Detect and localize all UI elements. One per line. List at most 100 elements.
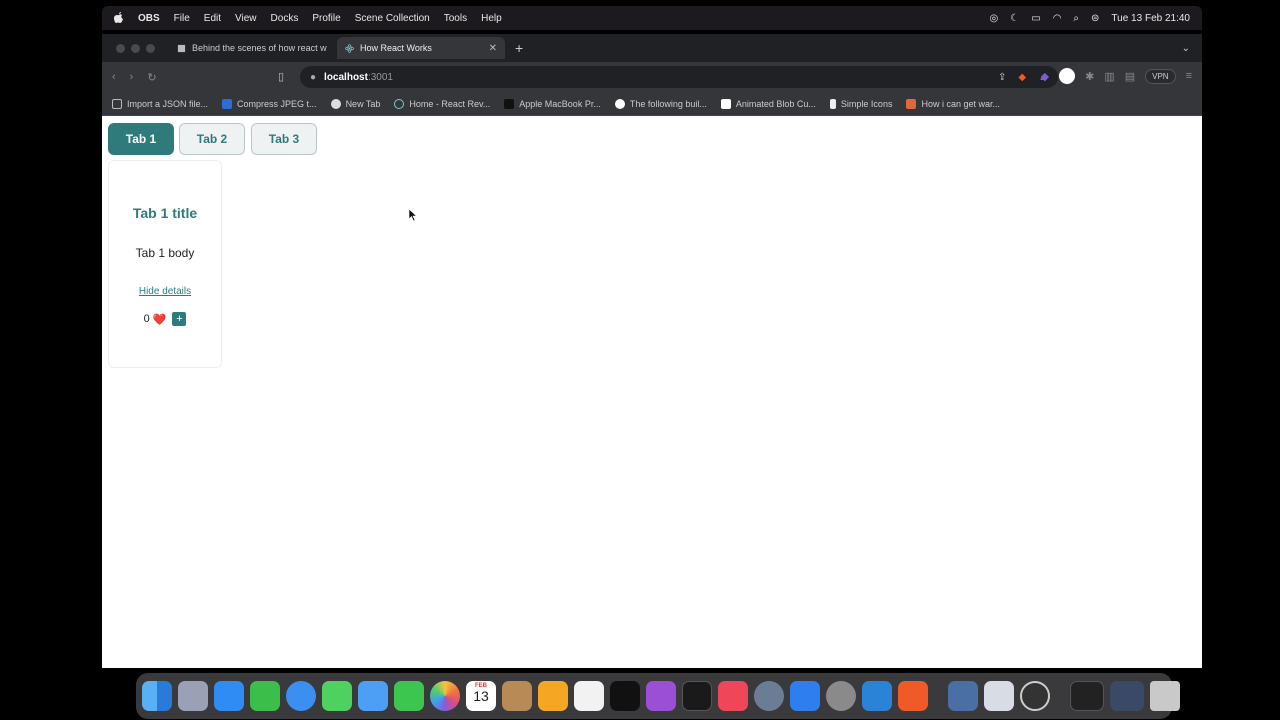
obs-status-icon[interactable]: ◎ bbox=[990, 13, 999, 24]
browser-tab[interactable]: Behind the scenes of how react w bbox=[169, 37, 337, 59]
preview-icon[interactable] bbox=[984, 681, 1014, 711]
bookmark-item[interactable]: Simple Icons bbox=[829, 98, 892, 109]
menubar-app-name[interactable]: OBS bbox=[138, 13, 160, 24]
menu-profile[interactable]: Profile bbox=[312, 13, 340, 24]
bookmark-item[interactable]: New Tab bbox=[330, 98, 381, 109]
close-tab-icon[interactable]: ✕ bbox=[489, 43, 497, 54]
formula-extension-icon[interactable] bbox=[1059, 68, 1076, 84]
launchpad-icon[interactable] bbox=[178, 681, 208, 711]
back-icon[interactable]: ‹ bbox=[112, 71, 116, 83]
window-thumbnail-icon[interactable] bbox=[1110, 681, 1144, 711]
minimize-window-icon[interactable] bbox=[131, 43, 140, 53]
facetime-icon[interactable] bbox=[394, 681, 424, 711]
bookmark-item[interactable]: Compress JPEG t... bbox=[222, 98, 317, 109]
control-center-icon[interactable]: ⊜ bbox=[1091, 13, 1099, 24]
menubar-clock[interactable]: Tue 13 Feb 21:40 bbox=[1111, 13, 1190, 24]
browser-toolbar: ‹ › ↻ ▯ ● localhost:3001 ⇪ ◆ ▲ ◆ ✱ ▥ ▤ V… bbox=[102, 62, 1202, 92]
menu-icon[interactable]: ≡ bbox=[1186, 70, 1192, 82]
browser-tab-label: How React Works bbox=[360, 43, 432, 53]
browser-tab-label: Behind the scenes of how react w bbox=[192, 43, 327, 53]
menu-tools[interactable]: Tools bbox=[444, 13, 467, 24]
bookmark-item[interactable]: The following buil... bbox=[614, 98, 707, 109]
browser-tab-active[interactable]: How React Works ✕ bbox=[337, 37, 505, 59]
new-tab-icon[interactable]: + bbox=[515, 40, 523, 56]
bookmark-label: Import a JSON file... bbox=[127, 98, 209, 109]
reload-icon[interactable]: ↻ bbox=[147, 71, 156, 84]
heart-icon: ❤️ bbox=[152, 313, 167, 326]
mail-icon[interactable] bbox=[358, 681, 388, 711]
sidebar-icon[interactable]: ▥ bbox=[1104, 70, 1114, 83]
site-info-icon[interactable]: ● bbox=[310, 72, 316, 83]
bookmark-item[interactable]: Animated Blob Cu... bbox=[720, 98, 816, 109]
share-icon[interactable]: ⇪ bbox=[998, 72, 1006, 83]
extensions-icon[interactable]: ✱ bbox=[1085, 70, 1094, 83]
mouse-pointer-icon bbox=[408, 208, 418, 222]
tab-1-button[interactable]: Tab 1 bbox=[108, 123, 174, 155]
apple-store-icon bbox=[504, 98, 515, 109]
music-icon[interactable] bbox=[718, 681, 748, 711]
pages-icon[interactable] bbox=[538, 681, 568, 711]
brave-icon[interactable] bbox=[898, 681, 928, 711]
photos-icon[interactable] bbox=[430, 681, 460, 711]
calendar-day: 13 bbox=[473, 688, 489, 704]
like-count: 0 bbox=[143, 313, 150, 325]
terminal-icon[interactable] bbox=[682, 681, 712, 711]
bookmark-item[interactable]: Import a JSON file... bbox=[112, 98, 209, 109]
messages-icon[interactable] bbox=[322, 681, 352, 711]
tab-2-button[interactable]: Tab 2 bbox=[179, 123, 245, 155]
keynote-icon[interactable] bbox=[790, 681, 820, 711]
moon-icon[interactable]: ☾ bbox=[1010, 13, 1019, 24]
menu-docks[interactable]: Docks bbox=[271, 13, 299, 24]
tab-3-button[interactable]: Tab 3 bbox=[251, 123, 317, 155]
spotlight-search-icon[interactable]: ⌕ bbox=[1073, 13, 1079, 24]
hide-details-link[interactable]: Hide details bbox=[109, 286, 221, 297]
brave-shields-icon[interactable]: ◆ bbox=[1018, 72, 1026, 83]
menu-file[interactable]: File bbox=[174, 13, 190, 24]
address-bar[interactable]: ● localhost:3001 ⇪ ◆ ▲ bbox=[300, 66, 1058, 88]
obs-icon[interactable] bbox=[1020, 681, 1050, 711]
wifi-icon[interactable]: ◠ bbox=[1053, 13, 1062, 24]
bookmark-item[interactable]: Home - React Rev... bbox=[394, 98, 491, 109]
bookmark-item[interactable]: Apple MacBook Pr... bbox=[504, 98, 601, 109]
bookmark-icon[interactable]: ▯ bbox=[278, 70, 284, 83]
close-window-icon[interactable] bbox=[116, 43, 125, 53]
menu-scene-collection[interactable]: Scene Collection bbox=[355, 13, 430, 24]
vpn-button[interactable]: VPN bbox=[1145, 68, 1176, 84]
browser-tab-strip: Behind the scenes of how react w How Rea… bbox=[102, 34, 1202, 62]
terminal-window-icon[interactable] bbox=[1070, 681, 1104, 711]
finder-icon[interactable] bbox=[142, 681, 172, 711]
bookmark-item[interactable]: How i can get war... bbox=[906, 98, 1000, 109]
podcasts-icon[interactable] bbox=[646, 681, 676, 711]
menu-view[interactable]: View bbox=[235, 13, 257, 24]
menu-help[interactable]: Help bbox=[481, 13, 502, 24]
apple-icon[interactable] bbox=[114, 12, 124, 24]
page-favicon-icon bbox=[177, 44, 186, 52]
like-counter: 0 ❤️ + bbox=[109, 312, 221, 326]
wallet-icon[interactable]: ▤ bbox=[1125, 70, 1135, 83]
calendar-icon[interactable]: FEB 13 bbox=[466, 681, 496, 711]
forward-icon[interactable]: › bbox=[130, 71, 134, 83]
zoom-window-icon[interactable] bbox=[146, 43, 155, 53]
chevron-down-icon[interactable]: ⌄ bbox=[1182, 43, 1190, 54]
safari-icon[interactable] bbox=[286, 681, 316, 711]
quicktime-icon[interactable] bbox=[754, 681, 784, 711]
bookmark-label: Home - React Rev... bbox=[409, 98, 491, 109]
increment-button[interactable]: + bbox=[172, 312, 187, 326]
system-settings-icon[interactable] bbox=[826, 681, 856, 711]
bookmark-label: New Tab bbox=[345, 98, 381, 109]
vscode-icon[interactable] bbox=[862, 681, 892, 711]
postgres-icon[interactable] bbox=[948, 681, 978, 711]
macos-dock: FEB 13 bbox=[136, 673, 1180, 719]
app-store-icon[interactable] bbox=[214, 681, 244, 711]
numbers-icon[interactable] bbox=[250, 681, 280, 711]
reminders-icon[interactable] bbox=[574, 681, 604, 711]
address-port: :3001 bbox=[367, 71, 393, 83]
extension-badge-icon[interactable]: ◆ bbox=[1041, 70, 1049, 83]
macos-menubar: OBS File Edit View Docks Profile Scene C… bbox=[102, 6, 1202, 30]
trash-icon[interactable] bbox=[1150, 681, 1180, 711]
notes-icon[interactable] bbox=[502, 681, 532, 711]
menu-edit[interactable]: Edit bbox=[204, 13, 221, 24]
apple-tv-icon[interactable] bbox=[610, 681, 640, 711]
globe-icon bbox=[330, 98, 341, 109]
battery-icon[interactable]: ▭ bbox=[1031, 13, 1040, 24]
